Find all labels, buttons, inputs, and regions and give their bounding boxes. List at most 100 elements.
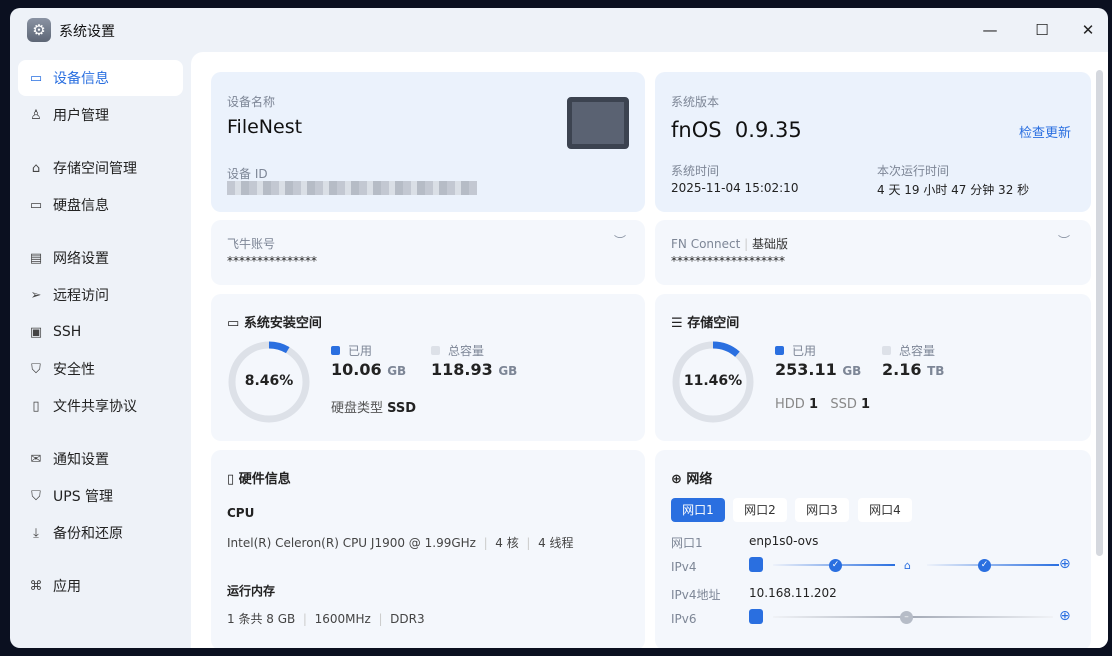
shield-icon: ⛉ [31,361,41,377]
device-name-label: 设备名称 [227,95,276,109]
system-time-label: 系统时间 [671,164,720,178]
sidebar-item-security[interactable]: ⛉ 安全性 [18,351,183,387]
send-icon: ➢ [30,287,42,303]
eye-closed-icon[interactable]: ︶ [1058,232,1070,249]
router-icon: ⌂ [904,559,911,572]
used-label: 已用 [348,344,373,358]
check-icon: ✓ [829,559,842,572]
eye-closed-icon[interactable]: ︶ [614,232,626,249]
sidebar-item-users[interactable]: ♙ 用户管理 [18,97,183,133]
hdd-count: 1 [808,397,818,412]
ipv4-label: IPv4 [671,560,697,574]
device-card: 设备名称 FileNest 设备 ID [211,72,645,212]
device-name: FileNest [227,116,303,138]
disk-icon: ▭ [29,197,43,213]
fn-connect-tier: 基础版 [752,237,789,251]
network-card: ⊕ 网络 网口1 网口2 网口3 网口4 网口1 enp1s0-ovs IPv4… [655,450,1091,648]
sidebar-item-backup[interactable]: ⤓ 备份和还原 [18,515,183,551]
gear-icon: ⚙ [27,18,51,42]
ssd-count: 1 [861,397,871,412]
used-label: 已用 [792,344,817,358]
sidebar-item-disks[interactable]: ▭ 硬盘信息 [18,187,183,223]
install-space-title: 系统安装空间 [243,316,322,331]
total-label: 总容量 [448,344,485,358]
uptime: 4 天 19 小时 47 分钟 32 秒 [877,183,1030,197]
cpu-cores: 4 核 [495,536,519,550]
account-card: 飞牛账号 *************** ︶ [211,220,645,285]
close-button[interactable]: ✕ [1078,20,1098,40]
sidebar-item-label: 备份和还原 [53,526,123,542]
account-label: 飞牛账号 [227,237,276,251]
window-title: 系统设置 [59,24,115,40]
tab-port-2[interactable]: 网口2 [733,498,787,522]
fn-connect-value: ******************* [671,254,785,268]
sidebar-item-ups[interactable]: ⛉ UPS 管理 [18,478,183,514]
device-id-redacted [227,181,477,195]
tab-port-1[interactable]: 网口1 [671,498,725,522]
sidebar-item-apps[interactable]: ⌘ 应用 [18,568,183,604]
device-id-label: 设备 ID [227,167,268,181]
sidebar-item-label: 存储空间管理 [53,161,137,177]
ipv4-status-path: ✓ ⌂ ✓ ⊕ [749,556,1075,574]
check-update-link[interactable]: 检查更新 [1019,122,1071,141]
install-percent: 8.46% [244,373,294,389]
storage-icon: ☰ [671,316,688,331]
sidebar-item-storage[interactable]: ⌂ 存储空间管理 [18,150,183,186]
sidebar-item-label: SSH [53,324,82,340]
sidebar-item-notifications[interactable]: ✉ 通知设置 [18,441,183,477]
uptime-label: 本次运行时间 [877,164,950,178]
sidebar-item-label: 远程访问 [53,288,109,304]
hdd-label: HDD [775,397,805,412]
nic-icon [749,609,763,624]
sidebar-item-file-sharing[interactable]: ▯ 文件共享协议 [18,388,183,424]
sidebar: ▭ 设备信息 ♙ 用户管理 ⌂ 存储空间管理 ▭ 硬盘信息 ▤ 网络设置 ➢ 远程访问 ▣ S… [18,60,183,605]
scrollbar[interactable] [1096,70,1103,556]
memory-frequency: 1600MHz [314,612,371,626]
maximize-button[interactable]: ☐ [1032,20,1052,40]
users-icon: ♙ [30,107,42,123]
main-panel: 设备名称 FileNest 设备 ID 系统版本 fnOS 0.9.35 检查更… [191,52,1108,648]
fn-connect-card: FN Connect | 基础版 ******************* ︶ [655,220,1091,285]
tab-port-4[interactable]: 网口4 [858,498,912,522]
unit: GB [498,364,518,378]
memory-type: DDR3 [390,612,425,626]
network-icon: ▤ [29,250,43,266]
storage-used: 253.11 [775,360,837,379]
version-label: 系统版本 [671,95,720,109]
file-icon: ▯ [32,398,40,414]
fn-connect-label: FN Connect [671,237,741,251]
ipv4-address-label: IPv4地址 [671,588,721,602]
sidebar-item-ssh[interactable]: ▣ SSH [18,314,183,350]
backup-icon: ⤓ [33,525,39,541]
title-bar: ⚙ 系统设置 — ☐ ✕ [10,8,1108,52]
sidebar-item-label: 硬盘信息 [53,198,109,214]
ipv6-label: IPv6 [671,612,697,626]
memory-label: 运行内存 [227,584,276,598]
sidebar-item-network[interactable]: ▤ 网络设置 [18,240,183,276]
ssd-label: SSD [830,397,857,412]
os-version: 0.9.35 [734,118,802,142]
sidebar-item-label: 文件共享协议 [53,399,137,415]
storage-percent: 11.46% [683,373,743,389]
terminal-icon: ▣ [29,324,43,340]
drive-icon: ▭ [29,70,43,86]
settings-window: ⚙ 系统设置 — ☐ ✕ ▭ 设备信息 ♙ 用户管理 ⌂ 存储空间管理 ▭ 硬盘信息 ▤… [10,8,1108,648]
sidebar-item-label: 设备信息 [53,71,109,87]
ipv6-status-path: – ⊕ [749,608,1075,626]
ipv4-address: 10.168.11.202 [749,586,837,600]
drive-icon: ▭ [227,316,244,331]
sidebar-item-device-info[interactable]: ▭ 设备信息 [18,60,183,96]
storage-title: 存储空间 [687,316,740,331]
storage-total: 2.16 [882,360,922,379]
hardware-title: 硬件信息 [238,472,291,487]
system-time: 2025-11-04 15:02:10 [671,181,799,195]
sidebar-item-label: 安全性 [53,362,95,378]
sidebar-item-remote[interactable]: ➢ 远程访问 [18,277,183,313]
minimize-button[interactable]: — [980,20,1000,40]
hardware-card: ▯ 硬件信息 CPU Intel(R) Celeron(R) CPU J1900… [211,450,645,648]
tab-port-3[interactable]: 网口3 [795,498,849,522]
unit: TB [927,364,945,378]
port-label: 网口1 [671,536,703,550]
unit: GB [842,364,862,378]
minus-icon: – [900,611,913,624]
